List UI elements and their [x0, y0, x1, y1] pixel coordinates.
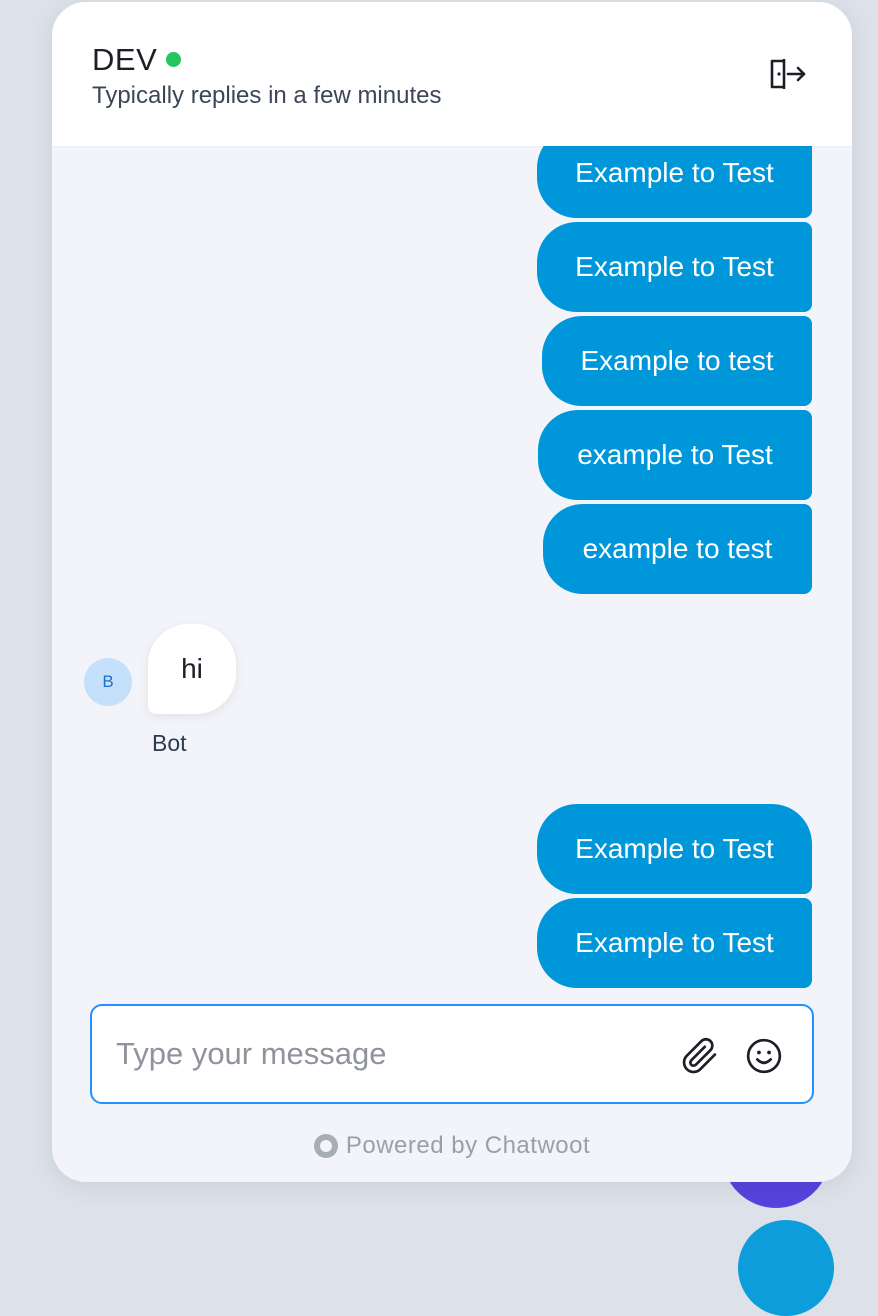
bot-avatar: B [84, 658, 132, 706]
outgoing-message: Example to test [542, 316, 812, 406]
online-status-dot [166, 52, 181, 67]
outgoing-message: example to Test [538, 410, 812, 500]
branding-text: Powered by Chatwoot [345, 1132, 591, 1159]
inbox-name: DEV [92, 42, 158, 77]
incoming-message: hi [148, 624, 236, 714]
end-conversation-button[interactable] [764, 52, 812, 96]
paperclip-icon [682, 1037, 717, 1074]
outgoing-message: example to test [543, 504, 812, 594]
powered-by-branding[interactable]: Powered by Chatwoot [52, 1130, 852, 1162]
exit-door-icon [770, 59, 806, 89]
secondary-launcher-button[interactable] [738, 1220, 834, 1316]
outgoing-message: Example to Test [537, 222, 812, 312]
message-input[interactable] [116, 1028, 656, 1080]
message-composer [90, 1004, 814, 1104]
smiley-icon [746, 1038, 782, 1074]
reply-time-text: Typically replies in a few minutes [92, 82, 442, 109]
emoji-picker-button[interactable] [742, 1034, 786, 1078]
chat-header: DEV Typically replies in a few minutes [52, 2, 852, 146]
chat-widget: Example to Test Example to Test Example … [52, 2, 852, 1182]
sender-name: Bot [152, 730, 187, 756]
outgoing-message: Example to Test [537, 898, 812, 988]
attach-file-button[interactable] [678, 1034, 722, 1078]
chatwoot-logo-icon [313, 1134, 338, 1158]
outgoing-message: Example to Test [537, 804, 812, 894]
